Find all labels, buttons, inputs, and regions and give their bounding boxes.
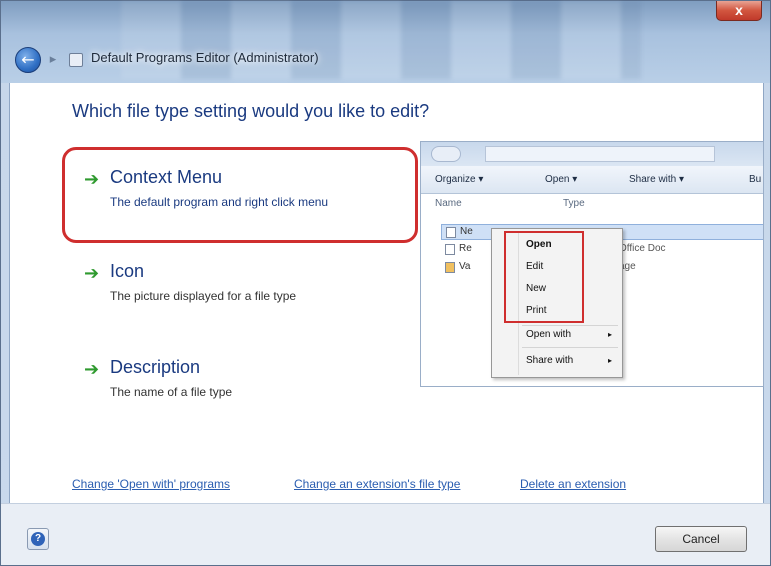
preview-address xyxy=(485,146,715,162)
green-arrow-icon: ➔ xyxy=(84,263,100,284)
ctx-item-new: New xyxy=(526,283,547,294)
green-arrow-icon: ➔ xyxy=(84,359,100,380)
cancel-button[interactable]: Cancel xyxy=(655,526,747,552)
option-title[interactable]: Description xyxy=(110,357,200,378)
preview-context-menu: Open Edit New Print Open with ▸ Share wi… xyxy=(491,228,623,378)
preview-address-bar xyxy=(421,142,763,166)
main-content: Which file type setting would you like t… xyxy=(9,83,764,503)
option-description[interactable]: ➔ Description The name of a file type xyxy=(80,357,400,417)
title-bar: x ← ▸ Default Programs Editor (Administr… xyxy=(1,1,770,83)
preview-toolbar-more: Bu xyxy=(749,174,762,185)
ctx-item-open-with: Open with xyxy=(526,329,572,340)
option-title[interactable]: Icon xyxy=(110,261,144,282)
preview-column-name: Name xyxy=(435,198,462,209)
help-button[interactable]: ? xyxy=(27,528,49,550)
app-icon xyxy=(69,53,83,67)
image-file-icon xyxy=(445,262,455,273)
file-icon xyxy=(446,227,456,238)
file-icon xyxy=(445,244,455,255)
back-arrow-icon[interactable]: ← xyxy=(15,47,41,73)
ctx-separator xyxy=(522,347,618,348)
ctx-item-edit: Edit xyxy=(526,261,544,272)
file-type: Office Doc xyxy=(619,243,666,254)
preview-column-headers: Name Type xyxy=(421,194,763,214)
file-name: Ne xyxy=(460,226,473,237)
file-name: Re xyxy=(459,243,472,254)
link-delete-extension[interactable]: Delete an extension xyxy=(520,477,626,491)
file-name: Va xyxy=(459,261,471,272)
preview-toolbar-organize: Organize ▾ xyxy=(435,174,484,185)
ctx-item-print: Print xyxy=(526,305,547,316)
submenu-arrow-icon: ▸ xyxy=(607,356,612,365)
preview-toolbar-open: Open ▾ xyxy=(545,174,578,185)
dialog-window: x ← ▸ Default Programs Editor (Administr… xyxy=(0,0,771,566)
preview-toolbar: Organize ▾ Open ▾ Share with ▾ Bu xyxy=(421,166,763,194)
option-icon[interactable]: ➔ Icon The picture displayed for a file … xyxy=(80,261,400,321)
ctx-separator xyxy=(522,325,618,326)
dialog-footer: ? Cancel xyxy=(1,503,770,565)
context-menu-preview-image: Organize ▾ Open ▾ Share with ▾ Bu Name T… xyxy=(420,141,764,387)
option-description: The picture displayed for a file type xyxy=(110,289,297,303)
option-description: The default program and right click menu xyxy=(110,195,329,209)
link-change-open-with[interactable]: Change 'Open with' programs xyxy=(72,477,230,491)
link-change-extension-type[interactable]: Change an extension's file type xyxy=(294,477,460,491)
submenu-arrow-icon: ▸ xyxy=(607,330,612,339)
preview-column-type: Type xyxy=(563,198,585,209)
option-title[interactable]: Context Menu xyxy=(110,167,222,188)
ctx-item-open: Open xyxy=(526,239,552,250)
close-button[interactable]: x xyxy=(716,1,762,21)
page-title: Which file type setting would you like t… xyxy=(72,101,430,121)
help-icon: ? xyxy=(31,532,45,546)
green-arrow-icon: ➔ xyxy=(84,169,100,190)
window-title: Default Programs Editor (Administrator) xyxy=(91,50,319,65)
option-description-text: The name of a file type xyxy=(110,385,233,399)
preview-nav-buttons xyxy=(431,146,461,162)
forward-arrow-icon[interactable]: ▸ xyxy=(45,52,61,68)
preview-toolbar-share: Share with ▾ xyxy=(629,174,685,185)
ctx-item-share-with: Share with xyxy=(526,355,574,366)
option-context-menu[interactable]: ➔ Context Menu The default program and r… xyxy=(80,167,400,227)
